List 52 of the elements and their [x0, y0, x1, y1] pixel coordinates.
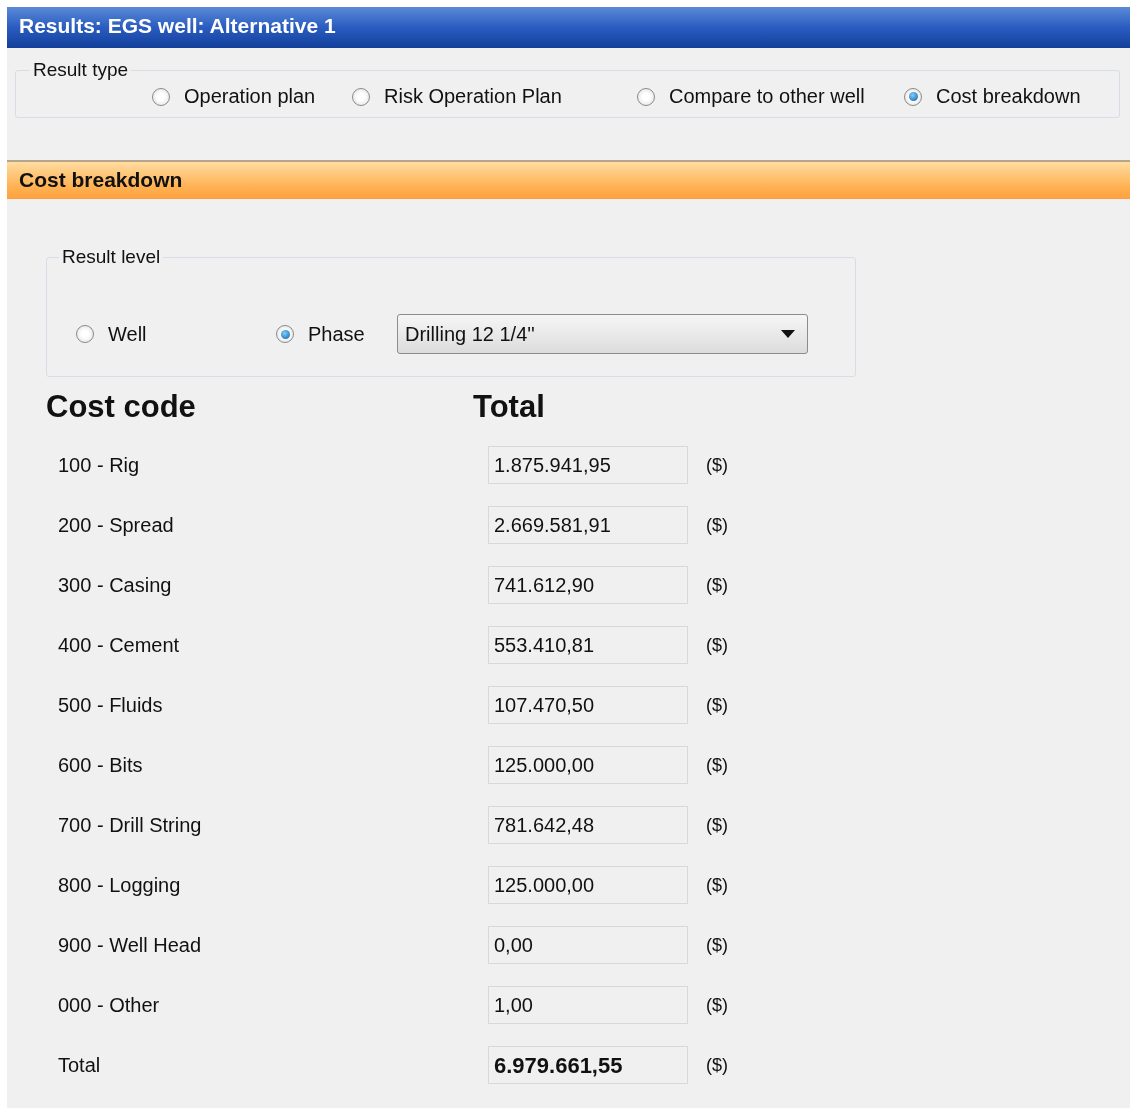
radio-icon[interactable]: [276, 325, 294, 343]
unit-label: ($): [706, 934, 728, 956]
phase-dropdown[interactable]: Drilling 12 1/4'': [397, 314, 808, 354]
dropdown-value: Drilling 12 1/4'': [405, 322, 535, 346]
unit-label: ($): [706, 994, 728, 1016]
total-field[interactable]: 6.979.661,55: [488, 1046, 688, 1084]
value-field[interactable]: 2.669.581,91: [488, 506, 688, 544]
value-field[interactable]: 0,00: [488, 926, 688, 964]
value-field[interactable]: 553.410,81: [488, 626, 688, 664]
unit-label: ($): [706, 754, 728, 776]
unit-label: ($): [706, 1054, 728, 1076]
cost-code-label: 800 - Logging: [58, 873, 182, 897]
cost-code-label: 000 - Other: [58, 993, 161, 1017]
cost-code-label: 100 - Rig: [58, 453, 141, 477]
caret-icon: [781, 330, 795, 338]
cost-code-label: 200 - Spread: [58, 513, 175, 537]
radio-icon[interactable]: [152, 87, 170, 106]
radio-option[interactable]: Risk Operation Plan: [352, 85, 637, 108]
radio-icon[interactable]: [904, 87, 922, 106]
value-field[interactable]: 125.000,00: [488, 746, 688, 784]
unit-label: ($): [706, 634, 728, 656]
unit-label: ($): [706, 574, 728, 596]
unit-label: ($): [706, 814, 728, 836]
value-field[interactable]: 1,00: [488, 986, 688, 1024]
unit-label: ($): [706, 514, 728, 536]
unit-label: ($): [706, 874, 728, 896]
radio-icon[interactable]: [76, 325, 94, 343]
cost-code-label: 400 - Cement: [58, 633, 181, 657]
radio-option[interactable]: Compare to other well: [637, 85, 904, 108]
unit-label: ($): [706, 694, 728, 716]
cost-code-label: 900 - Well Head: [58, 933, 203, 957]
cost-code-label: 500 - Fluids: [58, 693, 164, 717]
value-field[interactable]: 1.875.941,95: [488, 446, 688, 484]
radio-option[interactable]: Phase: [276, 322, 397, 346]
cost-code-label: Total: [58, 1053, 102, 1077]
window-title: Results: EGS well: Alternative 1: [7, 7, 1130, 48]
column-header: Cost code: [46, 389, 197, 425]
radio-icon[interactable]: [637, 87, 655, 106]
value-field[interactable]: 741.612,90: [488, 566, 688, 604]
cost-code-label: 300 - Casing: [58, 573, 173, 597]
radio-option[interactable]: Operation plan: [152, 85, 352, 108]
radio-option[interactable]: Cost breakdown: [904, 85, 1119, 108]
cost-code-label: 600 - Bits: [58, 753, 144, 777]
value-field[interactable]: 107.470,50: [488, 686, 688, 724]
column-header: Total: [473, 389, 545, 425]
value-field[interactable]: 781.642,48: [488, 806, 688, 844]
unit-label: ($): [706, 454, 728, 476]
cost-code-label: 700 - Drill String: [58, 813, 203, 837]
radio-icon[interactable]: [352, 87, 370, 106]
value-field[interactable]: 125.000,00: [488, 866, 688, 904]
section-header: Cost breakdown: [7, 160, 1130, 199]
radio-option[interactable]: Well: [76, 322, 276, 346]
